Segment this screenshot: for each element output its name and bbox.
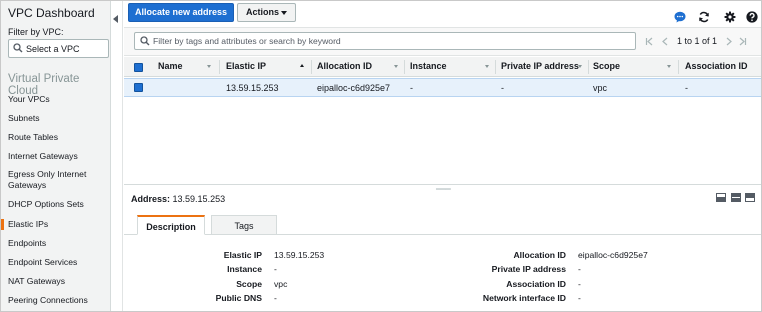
tab-description[interactable]: Description [137,215,205,235]
select-all-checkbox[interactable] [134,63,143,72]
prev-page-icon[interactable] [661,37,669,46]
caret-down-icon [281,11,287,15]
cell-allocation-id: eipalloc-c6d925e7 [317,83,391,93]
sidebar-item-route-tables[interactable]: Route Tables [1,132,110,143]
value-public-dns: - [274,293,277,303]
table-row[interactable] [124,78,761,97]
label-scope: Scope [236,279,262,289]
sidebar-item-endpoints[interactable]: Endpoints [1,238,110,249]
column-header-private-ip[interactable]: Private IP address [501,61,579,71]
last-page-icon[interactable] [738,37,747,46]
column-divider[interactable] [495,60,496,74]
sidebar-title[interactable]: VPC Dashboard [8,6,95,20]
gear-icon[interactable] [724,11,736,23]
sort-ascending-icon[interactable] [300,64,304,67]
detail-address-label: Address: [131,194,171,204]
tab-tags[interactable]: Tags [211,215,277,235]
filter-search-input[interactable]: Filter by tags and attributes or search … [134,32,636,50]
first-page-icon[interactable] [645,37,654,46]
sort-icon[interactable] [207,65,211,68]
search-icon [13,43,23,53]
pagination-text: 1 to 1 of 1 [677,36,718,46]
sidebar-item-elastic-ips[interactable]: Elastic IPs [1,219,110,230]
value-elastic-ip: 13.59.15.253 [274,250,325,260]
allocate-new-address-button[interactable]: Allocate new address [128,3,234,22]
vpc-select-placeholder: Select a VPC [26,44,80,54]
label-public-dns: Public DNS [215,293,262,303]
column-divider[interactable] [588,60,589,74]
vpc-filter-label: Filter by VPC: [8,27,64,37]
value-instance: - [274,264,277,274]
column-divider[interactable] [404,60,405,74]
actions-label: Actions [246,7,280,17]
column-header-allocation-id[interactable]: Allocation ID [317,61,372,71]
sidebar-item-egress-only-gateways[interactable]: Egress Only Internet Gateways [1,169,110,191]
column-header-instance[interactable]: Instance [410,61,447,71]
label-private-ip: Private IP address [491,264,566,274]
sidebar-item-dhcp-options[interactable]: DHCP Options Sets [1,199,110,210]
layout-full-icon[interactable] [745,193,755,202]
value-scope: vpc [274,279,288,289]
column-divider[interactable] [311,60,312,74]
refresh-icon[interactable] [698,11,710,23]
column-header-scope[interactable]: Scope [593,61,620,71]
label-network-interface-id: Network interface ID [482,293,566,303]
sort-icon[interactable] [578,65,582,68]
label-allocation-id: Allocation ID [513,250,566,260]
vpc-select[interactable]: Select a VPC [8,39,109,58]
actions-dropdown-button[interactable]: Actions [237,3,296,22]
value-allocation-id: eipalloc-c6d925e7 [578,250,648,260]
sort-icon[interactable] [394,65,398,68]
sidebar-item-nat-gateways[interactable]: NAT Gateways [1,276,110,287]
splitter-grip-icon[interactable]: ═══ [436,186,451,193]
label-elastic-ip: Elastic IP [223,250,262,260]
cell-scope: vpc [593,83,608,93]
row-checkbox[interactable] [134,83,143,92]
layout-bottom-icon[interactable] [716,193,726,202]
value-association-id: - [578,279,581,289]
sidebar-item-your-vpcs[interactable]: Your VPCs [1,94,110,105]
sidebar-item-subnets[interactable]: Subnets [1,113,110,124]
sidebar-collapse-handle[interactable] [111,1,123,311]
detail-address-value: 13.59.15.253 [172,194,226,204]
cell-elastic-ip: 13.59.15.253 [226,83,279,93]
sidebar: VPC Dashboard Filter by VPC: Select a VP… [1,1,111,311]
cell-instance: - [410,83,413,93]
label-instance: Instance [227,264,262,274]
collapse-arrow-icon [113,15,118,23]
next-page-icon[interactable] [725,37,733,46]
help-icon[interactable] [746,11,758,23]
sidebar-item-peering-connections[interactable]: Peering Connections [1,295,110,306]
value-network-interface-id: - [578,293,581,303]
column-header-association-id[interactable]: Association ID [685,61,748,71]
sidebar-item-internet-gateways[interactable]: Internet Gateways [1,151,110,162]
column-divider[interactable] [219,60,220,74]
table-body-empty [124,98,761,184]
sidebar-item-endpoint-services[interactable]: Endpoint Services [1,257,110,268]
cell-association-id: - [685,83,688,93]
search-icon [140,36,150,46]
sort-icon[interactable] [485,65,489,68]
value-private-ip: - [578,264,581,274]
cell-private-ip: - [501,83,504,93]
column-header-name[interactable]: Name [158,61,183,71]
filter-placeholder: Filter by tags and attributes or search … [153,36,341,46]
label-association-id: Association ID [506,279,566,289]
column-header-elastic-ip[interactable]: Elastic IP [226,61,266,71]
column-divider[interactable] [678,60,679,74]
sort-icon[interactable] [667,65,671,68]
detail-address: Address: 13.59.15.253 [131,194,225,204]
layout-split-icon[interactable] [731,193,741,202]
chat-icon[interactable] [674,11,686,23]
